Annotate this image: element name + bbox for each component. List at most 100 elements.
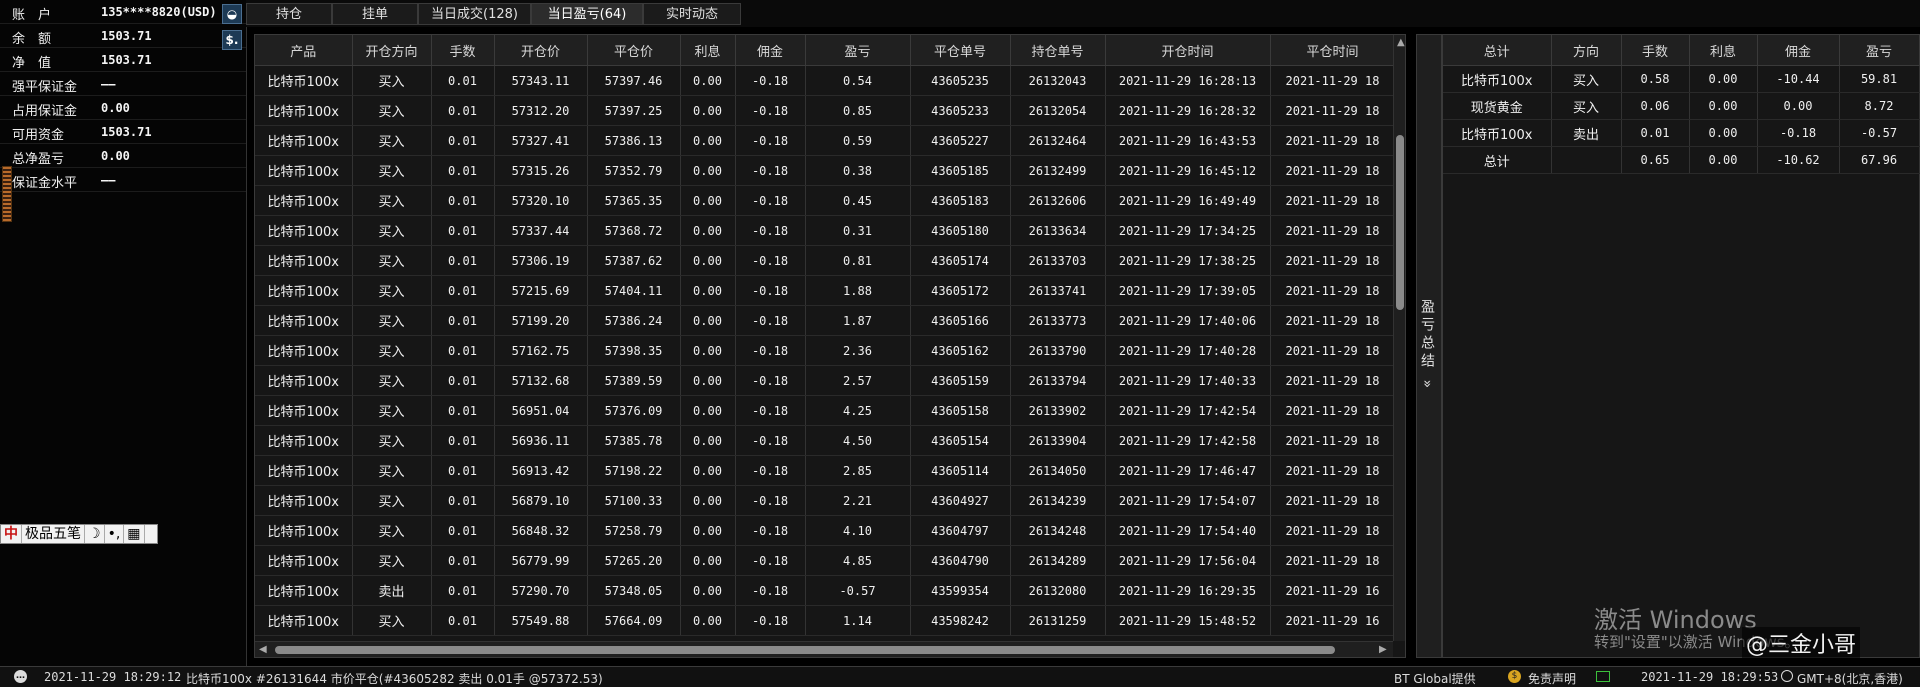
status-right-time: 2021-11-29 18:29:53 bbox=[1641, 670, 1779, 684]
table-row[interactable]: 比特币100x 买入 0.01 57549.88 57664.09 0.00 -0.18 1.… bbox=[255, 605, 1396, 636]
daily-pnl-table: 产品 开仓方向 手数 开仓价 平仓价 利息 佣金 盈亏 平仓单号 持仓单号 开仓时间 平仓时间 比特币… bbox=[254, 34, 1406, 658]
summary-cell bbox=[1551, 146, 1622, 174]
summary-row[interactable]: 比特币100x 卖出 0.01 0.00 -0.18 -0.57 bbox=[1443, 119, 1920, 147]
table-cell: 2021-11-29 18 bbox=[1270, 515, 1396, 546]
column-header[interactable]: 平仓价 bbox=[587, 35, 681, 66]
pnl-summary-label[interactable]: 盈亏总结 » bbox=[1419, 299, 1437, 392]
clock-icon bbox=[1781, 670, 1793, 682]
ime-toolbar[interactable]: 中 极品五笔 ☽ •, ▦ bbox=[0, 524, 158, 544]
table-cell: 57337.44 bbox=[494, 215, 588, 246]
column-header[interactable]: 手数 bbox=[431, 35, 495, 66]
summary-cell: 0.58 bbox=[1621, 65, 1690, 93]
tab-4[interactable]: 实时动态 bbox=[643, 3, 741, 25]
tab-0[interactable]: 持仓 bbox=[246, 3, 332, 25]
table-cell: 57348.05 bbox=[587, 575, 681, 606]
table-cell: 0.00 bbox=[680, 455, 736, 486]
table-row[interactable]: 比特币100x 买入 0.01 56951.04 57376.09 0.00 -0.18 4.… bbox=[255, 395, 1396, 426]
ime-logo-icon[interactable]: 中 bbox=[1, 525, 22, 543]
table-cell: 26134289 bbox=[1010, 545, 1106, 576]
disclaimer-link[interactable]: 免责声明 bbox=[1528, 670, 1576, 687]
vertical-scroll-thumb[interactable] bbox=[1396, 135, 1404, 310]
timezone-label: GMT+8(北京,香港) bbox=[1797, 672, 1903, 686]
account-label: 余 额 bbox=[12, 32, 52, 47]
column-header[interactable]: 平仓时间 bbox=[1270, 35, 1396, 66]
summary-row[interactable]: 比特币100x 买入 0.58 0.00 -10.44 59.81 bbox=[1443, 65, 1920, 93]
table-cell: 57389.59 bbox=[587, 365, 681, 396]
table-cell: 57352.79 bbox=[587, 155, 681, 186]
table-cell: 57404.11 bbox=[587, 275, 681, 306]
column-header[interactable]: 开仓时间 bbox=[1105, 35, 1271, 66]
panel-resize-handle[interactable] bbox=[2, 166, 12, 222]
table-cell: -0.18 bbox=[735, 125, 806, 156]
table-row[interactable]: 比特币100x 买入 0.01 57337.44 57368.72 0.00 -0.18 0.… bbox=[255, 215, 1396, 246]
table-row[interactable]: 比特币100x 买入 0.01 57315.26 57352.79 0.00 -0.18 0.… bbox=[255, 155, 1396, 186]
table-row[interactable]: 比特币100x 买入 0.01 57215.69 57404.11 0.00 -0.18 1.… bbox=[255, 275, 1396, 306]
summary-column-header[interactable]: 总计 bbox=[1443, 35, 1552, 66]
scroll-left-icon[interactable]: ◀ bbox=[259, 644, 267, 655]
table-cell: 1.88 bbox=[805, 275, 911, 306]
table-row[interactable]: 比特币100x 买入 0.01 56936.11 57385.78 0.00 -0.18 4.… bbox=[255, 425, 1396, 456]
table-cell: -0.18 bbox=[735, 305, 806, 336]
table-cell: 26133794 bbox=[1010, 365, 1106, 396]
table-cell: 57376.09 bbox=[587, 395, 681, 426]
tab-1[interactable]: 挂单 bbox=[332, 3, 418, 25]
tab-3[interactable]: 当日盈亏(64) bbox=[531, 3, 643, 25]
table-cell: 2021-11-29 17:39:05 bbox=[1105, 275, 1271, 306]
table-cell: 43605183 bbox=[910, 185, 1011, 216]
tab-2[interactable]: 当日成交(128) bbox=[418, 3, 531, 25]
table-row[interactable]: 比特币100x 买入 0.01 57327.41 57386.13 0.00 -0.18 0.… bbox=[255, 125, 1396, 156]
pnl-summary-toggle[interactable]: 盈亏总结 » bbox=[1416, 34, 1442, 658]
chat-icon[interactable]: … bbox=[14, 670, 27, 683]
table-cell: 比特币100x bbox=[255, 605, 353, 636]
table-row[interactable]: 比特币100x 买入 0.01 56879.10 57100.33 0.00 -0.18 2.… bbox=[255, 485, 1396, 516]
table-row[interactable]: 比特币100x 买入 0.01 57312.20 57397.25 0.00 -0.18 0.… bbox=[255, 95, 1396, 126]
table-row[interactable]: 比特币100x 买入 0.01 57199.20 57386.24 0.00 -0.18 1.… bbox=[255, 305, 1396, 336]
table-cell: 买入 bbox=[352, 335, 432, 366]
moon-icon[interactable]: ☽ bbox=[85, 525, 105, 543]
scroll-right-icon[interactable]: ▶ bbox=[1379, 644, 1387, 655]
table-row[interactable]: 比特币100x 买入 0.01 57162.75 57398.35 0.00 -0.18 2.… bbox=[255, 335, 1396, 366]
table-cell: 56951.04 bbox=[494, 395, 588, 426]
table-row[interactable]: 比特币100x 买入 0.01 57306.19 57387.62 0.00 -0.18 0.… bbox=[255, 245, 1396, 276]
table-row[interactable]: 比特币100x 买入 0.01 56779.99 57265.20 0.00 -0.18 4.… bbox=[255, 545, 1396, 576]
keyboard-icon[interactable]: ▦ bbox=[124, 525, 145, 543]
column-header[interactable]: 盈亏 bbox=[805, 35, 911, 66]
column-header[interactable]: 佣金 bbox=[735, 35, 806, 66]
table-cell: 43598242 bbox=[910, 605, 1011, 636]
ime-name[interactable]: 极品五笔 bbox=[22, 525, 85, 543]
table-row[interactable]: 比特币100x 买入 0.01 57132.68 57389.59 0.00 -0.18 2.… bbox=[255, 365, 1396, 396]
summary-column-header[interactable]: 盈亏 bbox=[1839, 35, 1920, 66]
summary-column-header[interactable]: 佣金 bbox=[1757, 35, 1840, 66]
table-cell: 0.54 bbox=[805, 65, 911, 96]
column-header[interactable]: 利息 bbox=[680, 35, 736, 66]
table-cell: 买入 bbox=[352, 65, 432, 96]
column-header[interactable]: 平仓单号 bbox=[910, 35, 1011, 66]
table-cell: 2021-11-29 17:40:28 bbox=[1105, 335, 1271, 366]
column-header[interactable]: 持仓单号 bbox=[1010, 35, 1106, 66]
table-row[interactable]: 比特币100x 买入 0.01 57343.11 57397.46 0.00 -0.18 0.… bbox=[255, 65, 1396, 96]
summary-row[interactable]: 现货黄金 买入 0.06 0.00 0.00 8.72 bbox=[1443, 92, 1920, 120]
table-row[interactable]: 比特币100x 买入 0.01 56913.42 57198.22 0.00 -0.18 2.… bbox=[255, 455, 1396, 486]
summary-column-header[interactable]: 方向 bbox=[1551, 35, 1622, 66]
table-row[interactable]: 比特币100x 买入 0.01 57320.10 57365.35 0.00 -0.18 0.… bbox=[255, 185, 1396, 216]
summary-column-header[interactable]: 手数 bbox=[1621, 35, 1690, 66]
horizontal-scroll-thumb[interactable] bbox=[275, 646, 1335, 654]
summary-column-header[interactable]: 利息 bbox=[1689, 35, 1758, 66]
vertical-scrollbar[interactable]: ▲ bbox=[1393, 35, 1405, 641]
summary-row[interactable]: 总计 0.65 0.00 -10.62 67.96 bbox=[1443, 146, 1920, 174]
horizontal-scrollbar[interactable]: ◀ ▶ bbox=[255, 641, 1393, 657]
punctuation-icon[interactable]: •, bbox=[105, 525, 125, 543]
table-cell: 0.00 bbox=[680, 215, 736, 246]
column-header[interactable]: 产品 bbox=[255, 35, 353, 66]
mask-icon[interactable]: ◒ bbox=[222, 4, 242, 24]
scroll-up-icon[interactable]: ▲ bbox=[1397, 37, 1405, 48]
column-header[interactable]: 开仓价 bbox=[494, 35, 588, 66]
table-row[interactable]: 比特币100x 买入 0.01 56848.32 57258.79 0.00 -0.18 4.… bbox=[255, 515, 1396, 546]
dollar-icon[interactable]: $. bbox=[222, 30, 242, 50]
table-row[interactable]: 比特币100x 卖出 0.01 57290.70 57348.05 0.00 -0.18 -0… bbox=[255, 575, 1396, 606]
table-cell: 43604927 bbox=[910, 485, 1011, 516]
table-cell: 2021-11-29 18 bbox=[1270, 155, 1396, 186]
table-cell: 比特币100x bbox=[255, 515, 353, 546]
column-header[interactable]: 开仓方向 bbox=[352, 35, 432, 66]
table-cell: 2021-11-29 16:43:53 bbox=[1105, 125, 1271, 156]
